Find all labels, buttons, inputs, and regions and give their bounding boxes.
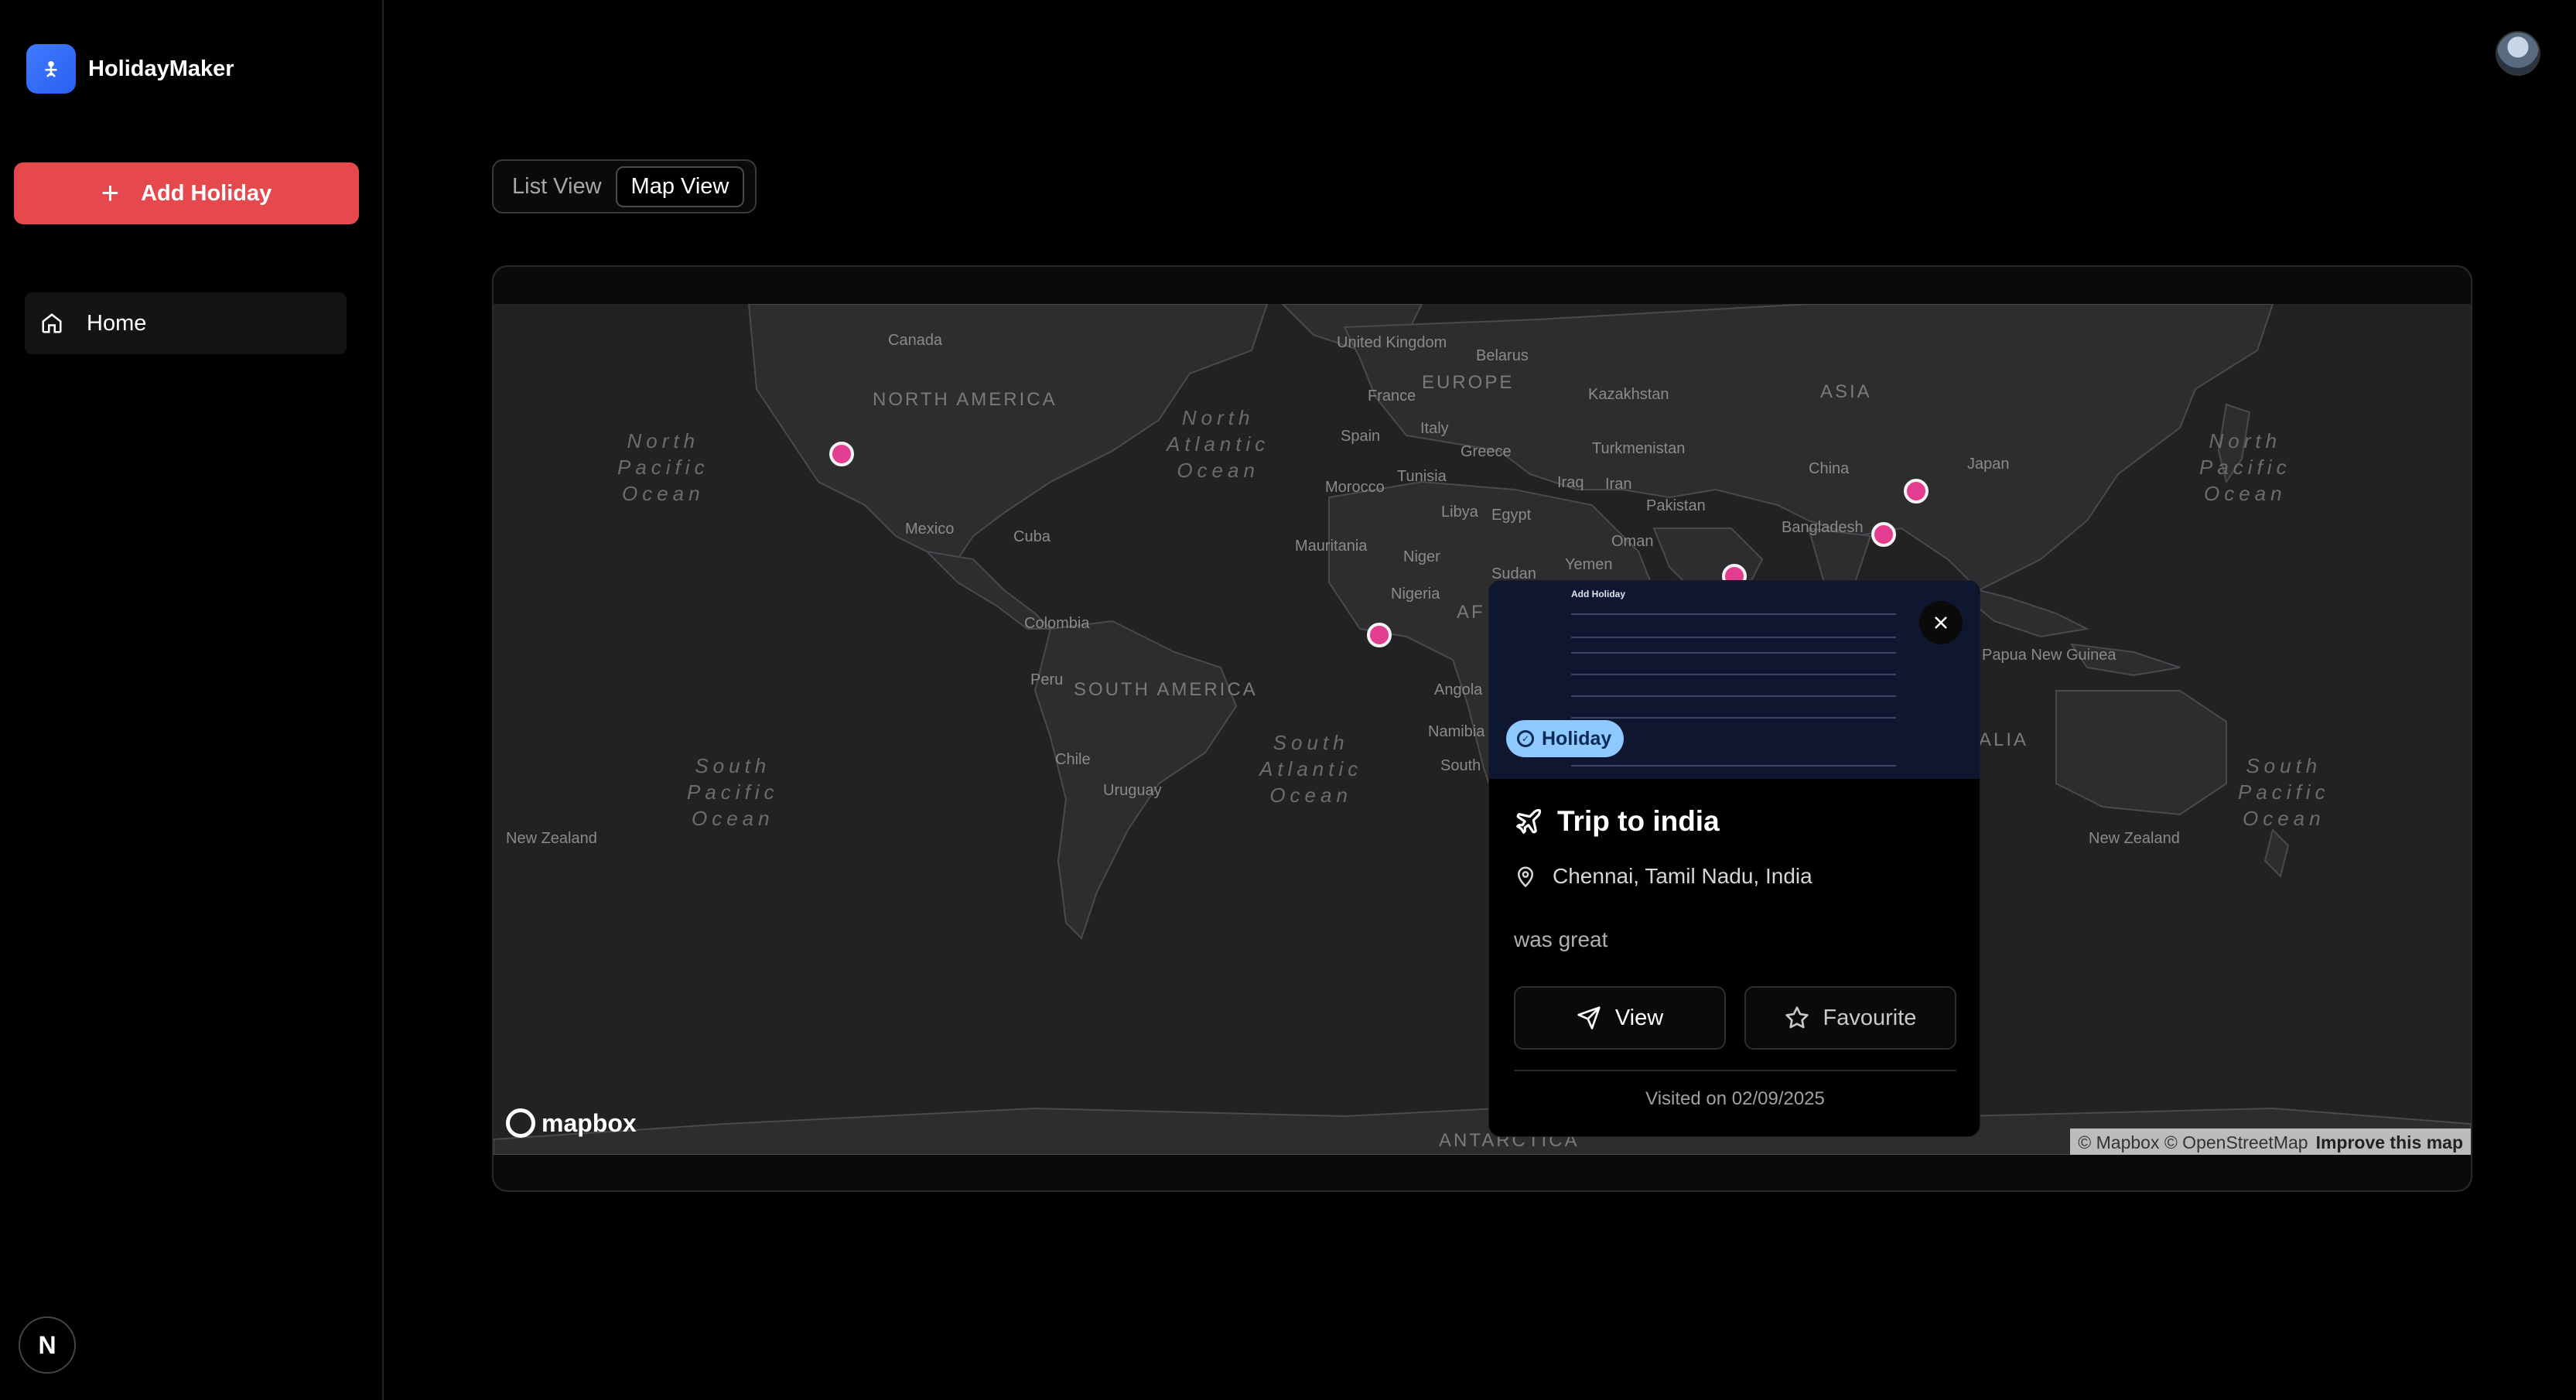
divider bbox=[1514, 1070, 1956, 1071]
map-pin[interactable] bbox=[1367, 623, 1392, 647]
holiday-title: Trip to india bbox=[1514, 805, 1720, 838]
country-label: Belarus bbox=[1476, 347, 1529, 364]
country-label: Namibia bbox=[1428, 723, 1485, 740]
attribution-text[interactable]: © Mapbox © OpenStreetMap bbox=[2078, 1132, 2308, 1153]
country-label: Japan bbox=[1967, 456, 2010, 473]
ocean-label: North Pacific Ocean bbox=[2199, 429, 2291, 505]
avatar[interactable] bbox=[2496, 31, 2540, 76]
country-label: Greece bbox=[1461, 443, 1512, 460]
region-label: EUROPE bbox=[1422, 372, 1515, 393]
country-label: Mauritania bbox=[1295, 538, 1368, 555]
ocean-label: North Pacific Ocean bbox=[617, 429, 709, 505]
tab-list-view[interactable]: List View bbox=[498, 168, 616, 206]
visited-date: Visited on 02/09/2025 bbox=[1645, 1088, 1825, 1109]
ocean-label: South Atlantic Ocean bbox=[1259, 731, 1363, 807]
country-label: Pakistan bbox=[1646, 497, 1706, 514]
check-circle-icon: ✓ bbox=[1517, 730, 1534, 747]
map-attribution: © Mapbox © OpenStreetMap Improve this ma… bbox=[2070, 1129, 2471, 1155]
improve-map-link[interactable]: Improve this map bbox=[2316, 1132, 2463, 1153]
sidebar-item-label: Home bbox=[87, 310, 147, 336]
country-label: Bangladesh bbox=[1782, 519, 1864, 536]
map-pin-icon bbox=[1517, 866, 1534, 888]
region-label: ASIA bbox=[1820, 381, 1872, 402]
country-label: Iran bbox=[1605, 476, 1632, 493]
ocean-label: North Atlantic Ocean bbox=[1167, 406, 1270, 482]
view-button[interactable]: View bbox=[1514, 986, 1726, 1050]
country-label: Nigeria bbox=[1391, 586, 1440, 603]
country-label: Papua New Guinea bbox=[1982, 647, 2116, 664]
country-label: Morocco bbox=[1325, 479, 1385, 496]
star-icon bbox=[1785, 1006, 1809, 1029]
holiday-thumbnail: Add Holiday ✓ Holiday bbox=[1489, 581, 1980, 779]
plane-icon bbox=[1516, 808, 1542, 834]
country-label: Iraq bbox=[1557, 474, 1584, 491]
map-pin[interactable] bbox=[1904, 479, 1929, 504]
holiday-location: Chennai, Tamil Nadu, India bbox=[1514, 864, 1812, 889]
close-icon bbox=[1935, 616, 1947, 629]
country-label: Mexico bbox=[905, 521, 955, 538]
favourite-button[interactable]: Favourite bbox=[1744, 986, 1956, 1050]
country-label: Uruguay bbox=[1103, 782, 1162, 799]
holiday-description: was great bbox=[1514, 927, 1608, 951]
country-label: Niger bbox=[1403, 548, 1440, 565]
holiday-popup: Add Holiday ✓ Holiday Trip to india Chen… bbox=[1488, 580, 1980, 1137]
country-label: Libya bbox=[1441, 504, 1478, 521]
mapbox-logo-icon bbox=[506, 1108, 535, 1138]
view-toggle: List View Map View bbox=[492, 159, 757, 213]
sidebar: HolidayMaker + Add Holiday Home N bbox=[0, 0, 384, 1400]
map-pin[interactable] bbox=[829, 442, 854, 466]
country-label: Chile bbox=[1055, 751, 1091, 768]
country-label: Turkmenistan bbox=[1592, 440, 1686, 457]
world-map[interactable]: North Pacific Ocean North Pacific Ocean … bbox=[494, 304, 2471, 1155]
map-card: North Pacific Ocean North Pacific Ocean … bbox=[492, 265, 2472, 1192]
app-name: HolidayMaker bbox=[88, 56, 234, 81]
next-dev-indicator[interactable]: N bbox=[19, 1316, 76, 1374]
brand[interactable]: HolidayMaker bbox=[26, 44, 234, 94]
country-label: Spain bbox=[1341, 428, 1381, 445]
country-label: New Zealand bbox=[506, 830, 597, 847]
close-button[interactable] bbox=[1919, 601, 1963, 644]
country-label: Colombia bbox=[1024, 615, 1090, 632]
app-logo-icon bbox=[26, 44, 76, 94]
tab-map-view[interactable]: Map View bbox=[615, 166, 745, 207]
send-icon bbox=[1577, 1006, 1601, 1030]
plus-icon: + bbox=[101, 176, 120, 210]
map-pin[interactable] bbox=[1871, 522, 1896, 547]
country-label: Kazakhstan bbox=[1588, 386, 1669, 403]
country-label: New Zealand bbox=[2089, 830, 2180, 847]
region-label: SOUTH AMERICA bbox=[1074, 679, 1258, 700]
country-label: Egypt bbox=[1491, 507, 1532, 524]
add-holiday-button[interactable]: + Add Holiday bbox=[14, 162, 359, 224]
country-label: Oman bbox=[1611, 533, 1654, 550]
country-label: China bbox=[1809, 460, 1850, 477]
ocean-label: South Pacific Ocean bbox=[687, 754, 779, 830]
thumbnail-caption: Add Holiday bbox=[1571, 589, 1626, 599]
country-label: Peru bbox=[1030, 671, 1064, 688]
mapbox-logo[interactable]: mapbox bbox=[506, 1108, 637, 1138]
country-label: France bbox=[1368, 388, 1416, 405]
ocean-label: South Pacific Ocean bbox=[2238, 754, 2330, 830]
country-label: United Kingdom bbox=[1337, 334, 1447, 351]
country-label: Canada bbox=[888, 332, 943, 349]
country-label: Yemen bbox=[1565, 556, 1613, 573]
category-badge: ✓ Holiday bbox=[1506, 720, 1625, 757]
country-label: Cuba bbox=[1013, 528, 1051, 545]
sidebar-item-home[interactable]: Home bbox=[25, 292, 347, 354]
home-icon bbox=[42, 313, 62, 333]
region-label: AF bbox=[1457, 602, 1485, 623]
region-label: ALIA bbox=[1979, 729, 2029, 750]
country-label: Angola bbox=[1434, 681, 1483, 698]
country-label: Italy bbox=[1420, 420, 1449, 437]
add-holiday-label: Add Holiday bbox=[141, 180, 272, 206]
region-label: NORTH AMERICA bbox=[873, 389, 1057, 410]
country-label: Tunisia bbox=[1397, 468, 1447, 485]
country-label: South bbox=[1440, 757, 1481, 774]
